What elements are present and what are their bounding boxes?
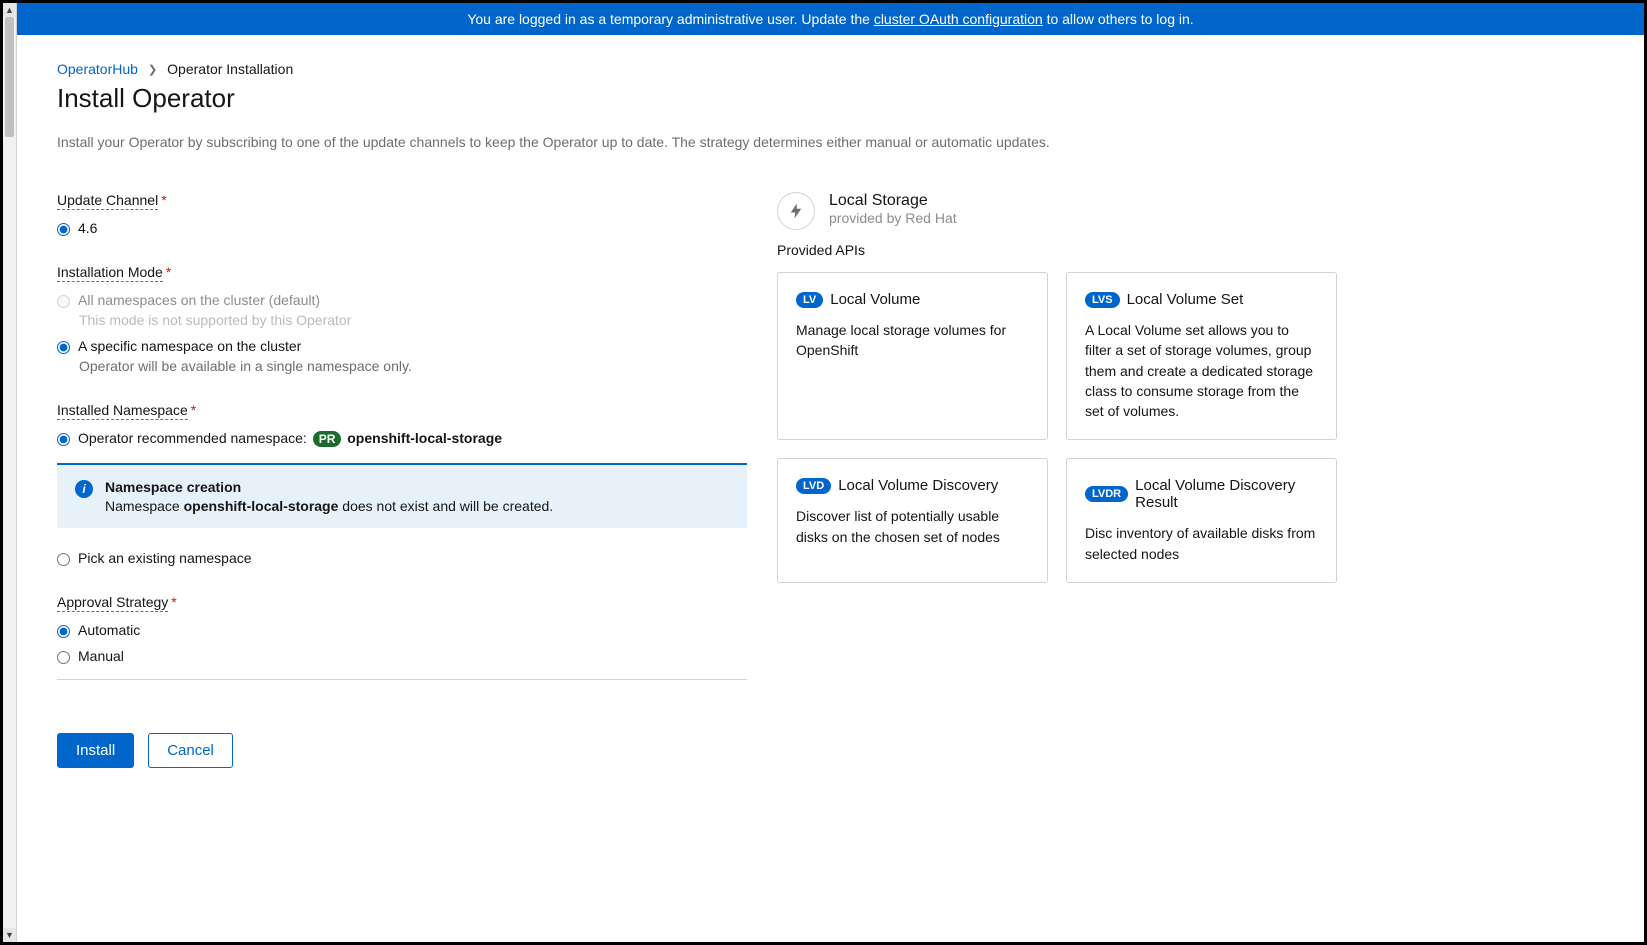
recommended-namespace-name: openshift-local-storage	[347, 430, 502, 446]
api-card-local-volume-discovery-result: LVDR Local Volume Discovery Result Disc …	[1066, 458, 1337, 583]
recommended-namespace-label[interactable]: Operator recommended namespace: PR opens…	[78, 430, 502, 447]
operator-provider: provided by Red Hat	[829, 210, 957, 226]
api-card-local-volume: LV Local Volume Manage local storage vol…	[777, 272, 1048, 440]
breadcrumb-root-link[interactable]: OperatorHub	[57, 61, 138, 77]
required-marker: *	[161, 192, 166, 208]
api-badge: LVD	[796, 478, 831, 494]
install-mode-specific-namespace-label[interactable]: A specific namespace on the cluster	[78, 338, 301, 354]
breadcrumb-current: Operator Installation	[167, 61, 293, 77]
update-channel-option[interactable]: 4.6	[78, 220, 97, 236]
info-icon: i	[75, 480, 93, 498]
provided-apis-label: Provided APIs	[777, 242, 1337, 258]
scroll-up-arrow[interactable]: ▲	[3, 3, 16, 17]
namespace-creation-alert: i Namespace creation Namespace openshift…	[57, 463, 747, 528]
api-description: Discover list of potentially usable disk…	[796, 506, 1029, 547]
api-description: Disc inventory of available disks from s…	[1085, 523, 1318, 564]
approval-automatic-label[interactable]: Automatic	[78, 622, 140, 638]
pick-existing-namespace-label[interactable]: Pick an existing namespace	[78, 550, 252, 566]
api-title: Local Volume Discovery	[838, 477, 998, 494]
api-description: Manage local storage volumes for OpenShi…	[796, 320, 1029, 361]
approval-manual-label[interactable]: Manual	[78, 648, 124, 664]
approval-automatic-radio[interactable]	[57, 625, 70, 638]
banner-text-suffix: to allow others to log in.	[1043, 11, 1194, 27]
pick-existing-namespace-radio[interactable]	[57, 553, 70, 566]
api-card-local-volume-discovery: LVD Local Volume Discovery Discover list…	[777, 458, 1048, 583]
api-description: A Local Volume set allows you to filter …	[1085, 320, 1318, 421]
installation-mode-label: Installation Mode	[57, 264, 163, 282]
operator-name: Local Storage	[829, 192, 957, 210]
install-mode-all-namespaces-radio	[57, 295, 70, 308]
required-marker: *	[166, 264, 171, 280]
api-badge: LVS	[1085, 292, 1120, 308]
cancel-button[interactable]: Cancel	[148, 733, 233, 768]
scroll-thumb[interactable]	[5, 17, 14, 137]
recommended-namespace-prefix: Operator recommended namespace:	[78, 430, 311, 446]
banner-text-prefix: You are logged in as a temporary adminis…	[467, 11, 874, 27]
approval-manual-radio[interactable]	[57, 651, 70, 664]
chevron-right-icon: ❯	[148, 63, 157, 76]
vertical-scrollbar[interactable]: ▲ ▼	[3, 3, 17, 942]
alert-body: Namespace openshift-local-storage does n…	[105, 498, 553, 514]
api-badge: LV	[796, 292, 823, 308]
install-button[interactable]: Install	[57, 733, 134, 768]
api-title: Local Volume Discovery Result	[1135, 477, 1318, 511]
admin-banner: You are logged in as a temporary adminis…	[17, 3, 1644, 35]
installation-mode-section: Installation Mode* All namespaces on the…	[57, 264, 747, 374]
required-marker: *	[171, 594, 176, 610]
update-channel-label: Update Channel	[57, 192, 158, 210]
required-marker: *	[191, 402, 196, 418]
install-mode-specific-namespace-radio[interactable]	[57, 341, 70, 354]
recommended-namespace-radio[interactable]	[57, 433, 70, 446]
alert-title: Namespace creation	[105, 479, 553, 495]
api-title: Local Volume Set	[1127, 291, 1244, 308]
banner-oauth-link[interactable]: cluster OAuth configuration	[874, 11, 1043, 27]
api-badge: LVDR	[1085, 486, 1128, 502]
operator-lightning-icon	[777, 192, 815, 230]
installed-namespace-label: Installed Namespace	[57, 402, 188, 420]
approval-strategy-section: Approval Strategy* Automatic Manual	[57, 594, 747, 664]
update-channel-radio-4-6[interactable]	[57, 223, 70, 236]
page-description: Install your Operator by subscribing to …	[57, 134, 1604, 150]
page-title: Install Operator	[57, 83, 1604, 114]
scroll-down-arrow[interactable]: ▼	[3, 928, 16, 942]
approval-strategy-label: Approval Strategy	[57, 594, 168, 612]
install-mode-all-namespaces-label: All namespaces on the cluster (default)	[78, 292, 320, 308]
namespace-badge: PR	[313, 431, 342, 447]
api-title: Local Volume	[830, 291, 920, 308]
installed-namespace-section: Installed Namespace* Operator recommende…	[57, 402, 747, 566]
update-channel-section: Update Channel* 4.6	[57, 192, 747, 236]
api-card-local-volume-set: LVS Local Volume Set A Local Volume set …	[1066, 272, 1337, 440]
install-mode-specific-namespace-helper: Operator will be available in a single n…	[79, 358, 747, 374]
breadcrumb: OperatorHub ❯ Operator Installation	[57, 61, 1604, 77]
install-mode-all-namespaces-helper: This mode is not supported by this Opera…	[79, 312, 747, 328]
